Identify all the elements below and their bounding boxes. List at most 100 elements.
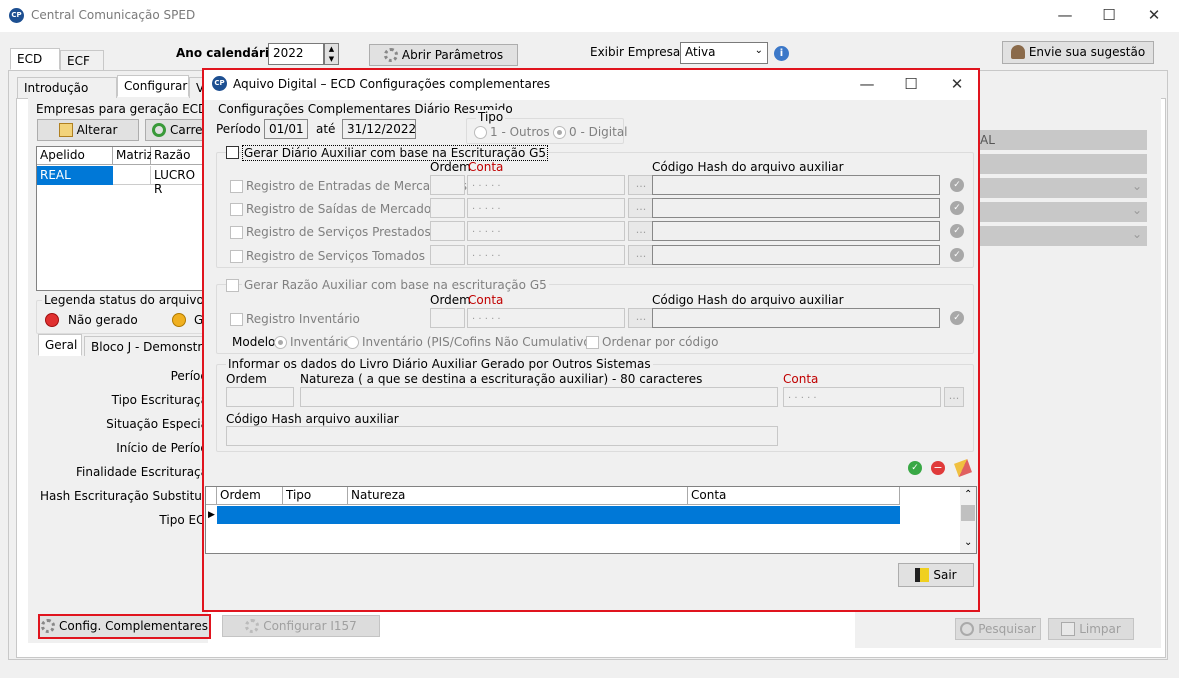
carregar-button[interactable]: Carre	[145, 119, 205, 141]
ano-label: Ano calendário:	[176, 46, 283, 60]
periodo-to-input[interactable]: 31/12/2022	[342, 119, 416, 139]
modelo-pis-cofins-label: Inventário (PIS/Cofins Não Cumulativo)	[362, 335, 596, 349]
inventario-ordem-input	[430, 308, 465, 328]
config-complementares-button[interactable]: Config. Complementares	[38, 614, 211, 639]
alterar-button[interactable]: Alterar	[37, 119, 139, 141]
info-icon[interactable]: i	[774, 46, 789, 61]
confirm-icon[interactable]: ✓	[908, 461, 922, 475]
diario-conta-header: Conta	[468, 160, 504, 174]
tab-introducao[interactable]: Introdução Geral	[17, 77, 117, 115]
tomados-ordem-input	[430, 245, 465, 265]
saidas-checkbox	[230, 203, 243, 216]
exit-door-icon	[915, 568, 930, 582]
razao-hash-header: Código Hash do arquivo auxiliar	[652, 293, 844, 307]
grid-col-tipo[interactable]: Tipo	[283, 487, 348, 505]
gear-icon	[41, 619, 56, 633]
cell-apelido[interactable]: REAL	[37, 166, 113, 185]
saidas-hash-input	[652, 198, 940, 218]
ano-spinner[interactable]: ▲ ▼	[324, 43, 339, 65]
eraser-icon	[1061, 622, 1076, 636]
entradas-lookup-button: ...	[628, 175, 654, 195]
check-circle-icon: ✓	[950, 178, 964, 192]
entradas-ordem-input	[430, 175, 465, 195]
row-pointer-icon: ▶	[208, 510, 215, 520]
inventario-hash-input	[652, 308, 940, 328]
check-circle-icon: ✓	[950, 311, 964, 325]
field-hash-substituida: Hash Escrituração Substituíd	[40, 489, 208, 503]
servicos-prestados-checkbox	[230, 226, 243, 239]
remove-icon[interactable]: −	[931, 461, 945, 475]
col-apelido[interactable]: Apelido	[37, 147, 113, 165]
grid-selected-row[interactable]	[217, 506, 900, 524]
right-field-2	[975, 154, 1147, 174]
tab-bloco-j[interactable]: Bloco J - Demonstraç	[84, 336, 208, 358]
cell-matriz[interactable]	[113, 166, 151, 185]
dialog-title: Aquivo Digital – ECD Configurações compl…	[233, 77, 551, 91]
minimize-button[interactable]: —	[1052, 5, 1078, 25]
tab-ecd[interactable]: ECD	[10, 48, 60, 70]
scroll-thumb[interactable]	[961, 505, 975, 521]
pesquisar-button: Pesquisar	[955, 618, 1041, 640]
search-icon	[960, 622, 975, 636]
periodo-from-input[interactable]: 01/01	[264, 119, 308, 139]
right-select-3: ⌄	[975, 226, 1147, 246]
gerar-diario-label[interactable]: Gerar Diário Auxiliar com base na Escrit…	[242, 145, 549, 161]
modelo-label: Modelo:	[232, 335, 280, 349]
gerar-razao-label: Gerar Razão Auxiliar com base na escritu…	[242, 278, 549, 292]
sair-button[interactable]: Sair	[898, 563, 974, 587]
diario-hash-header: Código Hash do arquivo auxiliar	[652, 160, 844, 174]
ano-input[interactable]: 2022	[268, 43, 324, 65]
servicos-tomados-label: Registro de Serviços Tomados	[246, 249, 425, 263]
grid-scrollbar[interactable]: ⌃ ⌄	[960, 487, 976, 553]
saidas-label: Registro de Saídas de Mercadorias	[246, 202, 454, 216]
exibir-select[interactable]: Ativa ⌄	[680, 42, 768, 64]
limpar-button: Limpar	[1048, 618, 1134, 640]
periodo-label: Período	[216, 122, 261, 136]
dialog-grid[interactable]: Ordem Tipo Natureza Conta ▶ ⌃ ⌄	[205, 486, 977, 554]
tab-configurar[interactable]: Configurar	[117, 75, 189, 97]
col-matriz[interactable]: Matriz	[113, 147, 153, 165]
grid-col-natureza[interactable]: Natureza	[348, 487, 688, 505]
maximize-button[interactable]: ☐	[1096, 5, 1122, 25]
scroll-down-icon[interactable]: ⌄	[964, 537, 972, 548]
dialog-window[interactable]: CP Aquivo Digital – ECD Configurações co…	[202, 68, 980, 612]
field-inicio-periodo: Início de Períod	[116, 441, 208, 455]
tipo-outros-label: 1 - Outros	[490, 125, 550, 139]
tab-geral[interactable]: Geral	[38, 334, 82, 356]
nao-gerado-label: Não gerado	[68, 313, 138, 327]
refresh-icon	[152, 123, 166, 137]
grid-col-conta[interactable]: Conta	[688, 487, 900, 505]
right-field-1: AL	[975, 130, 1147, 150]
inventario-lookup-button: ...	[628, 308, 654, 328]
grid-col-ordem[interactable]: Ordem	[217, 487, 283, 505]
field-periodo: Períod	[170, 369, 208, 383]
servicos-tomados-checkbox	[230, 250, 243, 263]
prestados-lookup-button: ...	[628, 221, 654, 241]
config-group-title: Configurações Complementares Diário Resu…	[218, 102, 513, 116]
gerar-diario-checkbox[interactable]	[226, 146, 239, 159]
field-tipo-escrituracao: Tipo Escrituraçã	[111, 393, 208, 407]
dialog-maximize-button[interactable]: ☐	[898, 74, 924, 94]
close-button[interactable]: ✕	[1141, 5, 1167, 25]
scroll-up-icon[interactable]: ⌃	[964, 489, 972, 500]
outros-ordem-input	[226, 387, 294, 407]
outros-hash-input	[226, 426, 778, 446]
col-razao[interactable]: Razão	[151, 147, 209, 165]
right-select-1: ⌄	[975, 178, 1147, 198]
cell-razao[interactable]: LUCRO R	[151, 166, 209, 196]
prestados-hash-input	[652, 221, 940, 241]
dialog-close-button[interactable]: ✕	[944, 74, 970, 94]
razao-conta-header: Conta	[468, 293, 504, 307]
sugestao-button[interactable]: Envie sua sugestão	[1002, 41, 1154, 64]
outros-natureza-header: Natureza ( a que se destina a escrituraç…	[300, 372, 703, 386]
entradas-hash-input	[652, 175, 940, 195]
chevron-down-icon: ⌄	[1131, 227, 1142, 241]
empresas-grid[interactable]: Apelido Matriz Razão REAL LUCRO R	[36, 146, 209, 291]
eraser-icon[interactable]	[954, 459, 972, 477]
ordenar-checkbox	[586, 336, 599, 349]
outros-hash-label: Código Hash arquivo auxiliar	[226, 412, 399, 426]
dialog-minimize-button[interactable]: —	[854, 74, 880, 94]
abrir-parametros-button[interactable]: Abrir Parâmetros Sped	[369, 44, 518, 82]
field-situacao-especial: Situação Especia	[106, 417, 208, 431]
tab-ecf[interactable]: ECF	[60, 50, 104, 72]
